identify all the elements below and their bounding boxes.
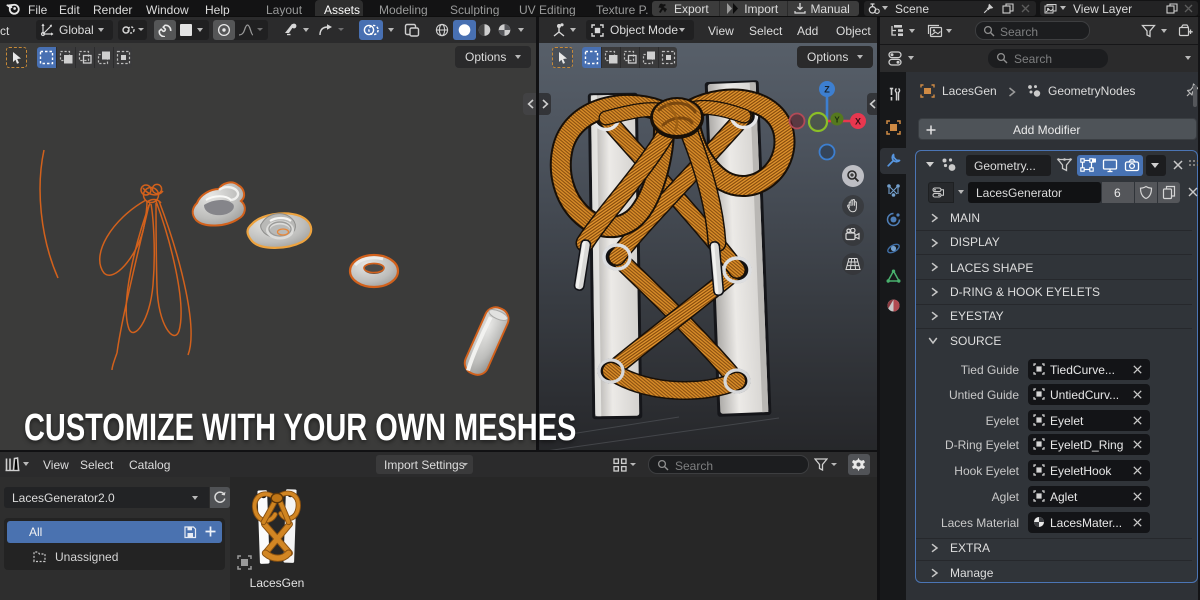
svg-text:X: X xyxy=(855,117,861,127)
svg-text:Y: Y xyxy=(834,116,840,125)
svg-text:Z: Z xyxy=(824,85,830,95)
